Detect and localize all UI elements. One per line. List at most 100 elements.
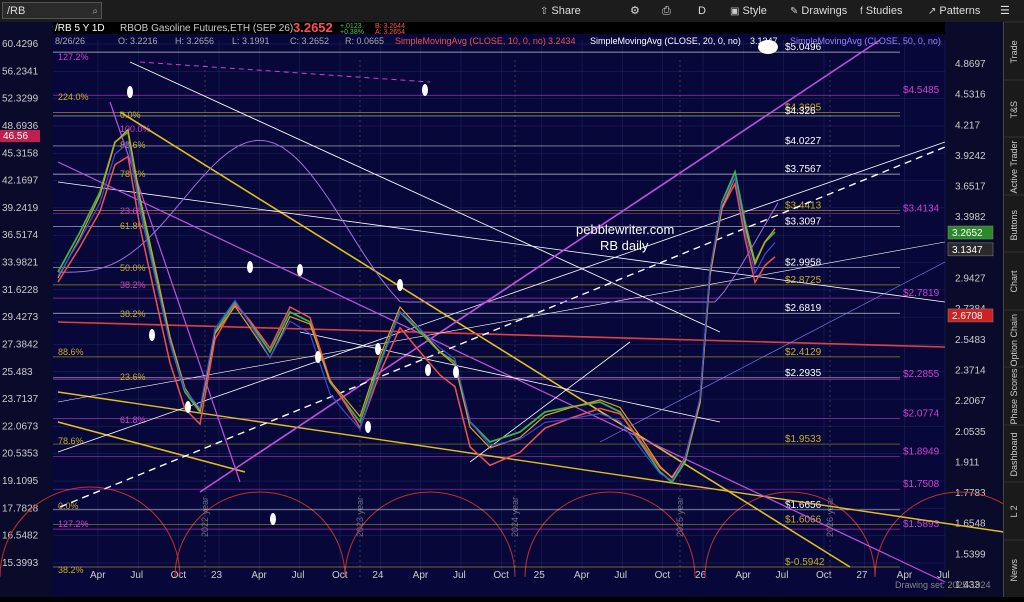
last-price-tag-label: 2.6708 [952,311,983,322]
price-level-label: $-0.5942 [785,557,825,568]
right-rail-tab-l-2[interactable]: L 2 [1004,482,1024,541]
y-tick-right: 1.7783 [955,488,986,499]
settings-button[interactable]: ⚙ [630,3,640,19]
y-tick-right: 2.0535 [955,427,986,438]
right-rail-tab-t-s[interactable]: T&S [1004,79,1024,138]
last-price-tag-label: 3.1347 [952,245,983,256]
pivot-marker [453,366,459,378]
price-level-label: $1.5893 [903,519,940,530]
right-rail-tab-buttons[interactable]: Buttons [1004,194,1024,253]
menu-icon[interactable]: ☰ [1000,3,1010,19]
x-tick: Oct [171,570,187,581]
studies-button[interactable]: f Studies [860,3,902,19]
x-tick: Apr [251,570,267,581]
fib-label: 61.8% [120,221,146,231]
share-button[interactable]: ⇧ Share [540,3,581,19]
x-tick: Jul [614,570,627,581]
price-level-label: $4.326 [785,106,816,117]
y-tick-right: 2.9427 [955,274,986,285]
price-level-label: $3.4413 [785,200,822,211]
pencil-icon: ✎ [790,6,799,17]
right-rail-tab-news[interactable]: News [1004,539,1024,598]
right-rail-tab-active-trader[interactable]: Active Trader [1004,137,1024,196]
share-label: Share [551,5,581,17]
price-level-label: $2.4129 [785,347,822,358]
patterns-label: Patterns [939,5,981,17]
pivot-marker [297,264,303,276]
ask-price: A: 3.2654 [375,29,405,36]
style-button[interactable]: ▣ Style [730,3,767,19]
price-level-label: $3.7567 [785,164,822,175]
pivot-marker [185,401,191,413]
y-tick-left: 27.3842 [2,339,39,350]
drawing-set-label: Drawing set: 2025-1024 [895,580,991,590]
price-chart[interactable]: 60.429656.234152.329948.693645.315842.16… [0,20,1024,597]
y-tick-left: 23.7137 [2,394,39,405]
right-rail-tab-phase-scores[interactable]: Phase Scores [1004,367,1024,426]
left-price-tag-label: 46.56 [3,131,28,142]
bar-range: R: 0.0665 [345,36,384,46]
right-rail-tab-dashboard[interactable]: Dashboard [1004,424,1024,483]
pivot-marker [315,351,321,363]
y-tick-left: 19.1095 [2,476,39,487]
chart-area[interactable]: 60.4296 56.2341 52.3299 48.6936 45.3158 42.16… [0,20,1024,597]
fib-label: 23.6% [120,372,146,382]
bar-high: H: 3.2656 [175,36,214,46]
price-level-label: $4.5485 [903,85,940,96]
y-tick-left: 15.3993 [2,558,39,569]
symbol-input[interactable]: /RB ⌕ [2,2,102,19]
price-level-label: $1.7508 [903,479,940,490]
drawings-button[interactable]: ✎ Drawings [790,3,847,19]
y-tick-left: 20.5353 [2,449,39,460]
toolbar: /RB ⌕ ⇧ Share ⚙ ⎙ D ▣ Style ✎ Drawings f Stud… [0,0,1024,23]
y-tick-right: 3.6517 [955,182,986,193]
y-tick-left: 17.7828 [2,503,39,514]
x-tick: Apr [735,570,751,581]
y-tick-right: 4.217 [955,120,980,131]
bar-low: L: 3.1991 [232,36,270,46]
year-label: 2026 year [825,497,835,537]
pivot-marker [422,84,428,96]
pivot-marker [365,421,371,433]
y-tick-left: 29.4273 [2,312,39,323]
y-tick-left: 42.1697 [2,176,39,187]
year-label: 2025 year [675,497,685,537]
print-button[interactable]: ⎙ [662,3,671,19]
interval-select[interactable]: D [698,3,706,19]
year-label: 2024 year [510,497,520,537]
fib-label: 224.0% [58,92,89,102]
y-tick-left: 25.483 [2,367,33,378]
sma50-legend: SimpleMovingAvg (CLOSE, 50, 0, no) [790,36,941,46]
x-tick: Jul [776,570,789,581]
y-tick-left: 36.5174 [2,230,39,241]
print-icon: ⎙ [662,5,671,17]
fib-label: 38.2% [58,565,84,575]
y-tick-left: 39.2419 [2,203,39,214]
pct-change: +0.38% [340,29,364,36]
right-rail-tab-chart[interactable]: Chart [1004,252,1024,311]
patterns-icon: ↗ [928,6,937,17]
y-tick-left: 52.3299 [2,94,39,105]
right-rail-tab-trade[interactable]: Trade [1004,22,1024,81]
patterns-button[interactable]: ↗ Patterns [928,3,980,19]
instrument-description: RBOB Gasoline Futures,ETH (SEP 26) [120,23,293,34]
sma20-value: 3.1347 [750,36,778,46]
right-rail-tab-option-chain[interactable]: Option Chain [1004,309,1024,368]
gear-icon: ⚙ [630,5,640,17]
year-label: 2022 year [200,497,210,537]
x-tick: Oct [816,570,832,581]
chart-symbol-label: /RB 5 Y 1D [55,23,105,34]
style-label: Style [742,5,767,17]
price-level-label: $1.9533 [785,434,822,445]
x-tick: Apr [574,570,590,581]
style-icon: ▣ [730,6,740,17]
x-tick: Jul [453,570,466,581]
y-tick-right: 3.3982 [955,212,986,223]
price-level-label: $3.4134 [903,204,940,215]
sma20-legend: SimpleMovingAvg (CLOSE, 20, 0, no) [590,36,741,46]
y-tick-right: 1.5399 [955,549,986,560]
y-tick-right: 1.911 [955,457,980,468]
x-tick: Jul [292,570,305,581]
x-tick: 25 [534,570,546,581]
fib-label: 38.2% [120,309,146,319]
